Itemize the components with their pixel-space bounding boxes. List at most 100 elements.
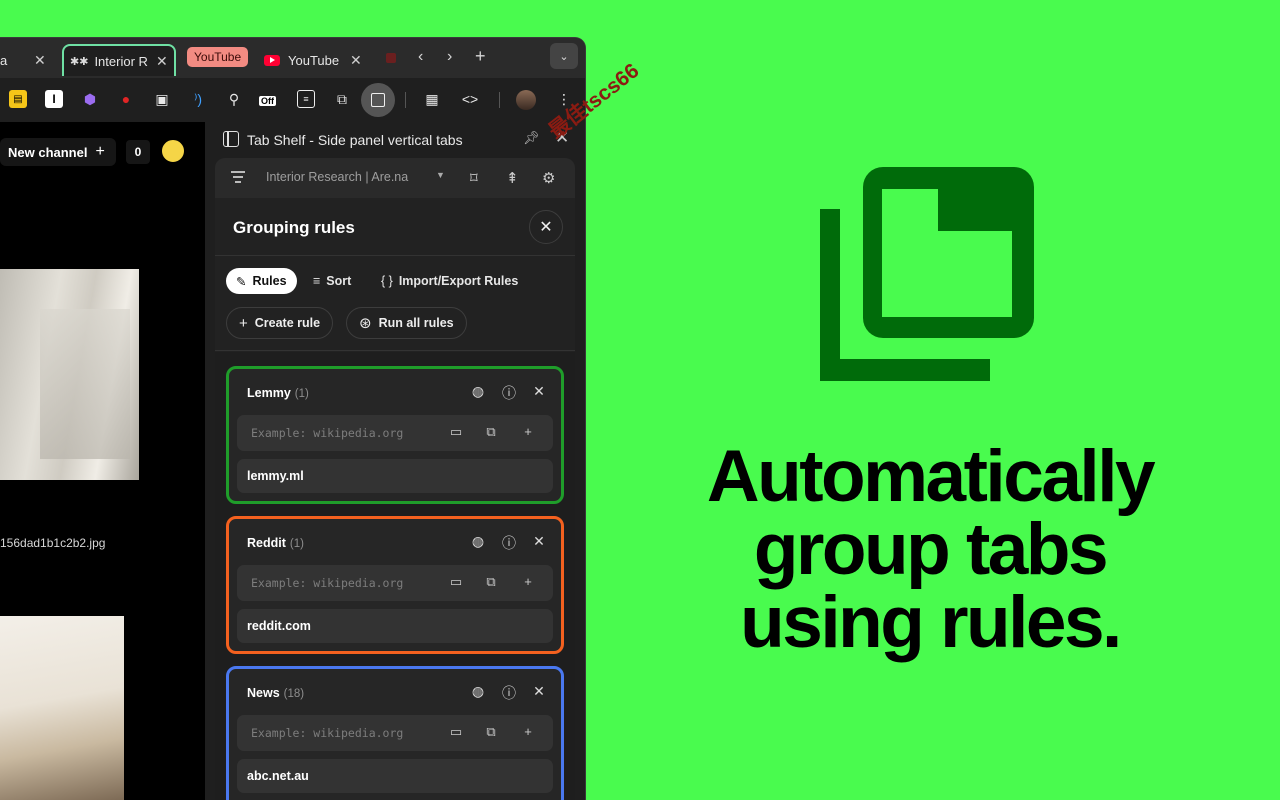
interior-image-2[interactable]	[0, 616, 124, 800]
extension-icon-2[interactable]: I	[45, 90, 63, 108]
info-icon[interactable]: ⓘ	[500, 683, 518, 703]
extension-off-icon[interactable]: Off	[259, 90, 281, 108]
extension-mic-icon[interactable]: ●	[117, 90, 135, 108]
tab-shelf-icon[interactable]: ≡	[297, 90, 315, 108]
delete-rule-icon[interactable]: ✕	[530, 683, 548, 700]
create-rule-label: Create rule	[254, 316, 321, 330]
pencil-icon: ✎	[236, 274, 247, 289]
folder-icon[interactable]: ▭	[448, 574, 464, 590]
hero-headline: Automatically group tabs using rules.	[660, 440, 1200, 659]
copy-icon[interactable]: ⧉	[483, 724, 499, 740]
folder-icon[interactable]: ▭	[448, 724, 464, 740]
tab-label: a	[0, 52, 8, 68]
tab-label: Import/Export Rules	[398, 274, 519, 288]
caret-down-icon[interactable]: ▼	[436, 170, 445, 180]
copy-icon[interactable]: ⧉	[483, 424, 499, 440]
code-icon[interactable]: <>	[461, 90, 479, 108]
pin-icon[interactable]: 📌︎	[523, 130, 540, 146]
folder-icon[interactable]: ▭	[448, 424, 464, 440]
hero-line-1: Automatically	[706, 436, 1156, 517]
info-icon[interactable]: ⓘ	[500, 533, 518, 553]
toolbar-divider	[499, 92, 500, 108]
tab-group-chip[interactable]: YouTube	[187, 47, 249, 67]
info-icon[interactable]: ⓘ	[500, 383, 518, 403]
rule-pattern[interactable]: abc.net.au	[237, 759, 553, 793]
interior-image-1[interactable]	[0, 269, 139, 480]
user-avatar[interactable]	[160, 138, 186, 164]
delete-rule-icon[interactable]: ✕	[530, 383, 548, 400]
extensions-puzzle-icon[interactable]: ⧉	[333, 90, 351, 108]
side-panel-icon	[371, 93, 385, 107]
signpost-icon[interactable]: ⇞	[506, 169, 519, 187]
palette-icon[interactable]: ◍	[469, 383, 487, 400]
rule-name: News (18)	[247, 686, 304, 700]
add-pattern-icon[interactable]: +	[520, 424, 536, 439]
add-pattern-icon[interactable]: +	[520, 574, 536, 589]
rule-card-news: News (18) ◍ ⓘ ✕ Example: wikipedia.org ▭ …	[226, 666, 564, 800]
plus-icon: +	[239, 314, 248, 332]
lightbulb-icon[interactable]: ⚲	[225, 90, 243, 108]
tab-close-icon[interactable]: ✕	[34, 52, 46, 69]
new-channel-button[interactable]: New channel +	[0, 138, 116, 166]
input-placeholder: Example: wikipedia.org	[251, 426, 404, 440]
tab-search-button[interactable]: ⌄	[550, 43, 578, 69]
workspace-name[interactable]: Interior Research | Are.na	[266, 170, 408, 184]
run-all-label: Run all rules	[378, 316, 454, 330]
new-tab-icon[interactable]: +	[475, 46, 486, 67]
rule-name: Lemmy (1)	[247, 386, 309, 400]
tab-bar: a ✕ ✱✱ Interior R ✕ YouTube YouTube ✕ ‹ …	[0, 38, 585, 78]
extension-wave-icon[interactable]: ⁾)	[189, 90, 207, 108]
tab-interior-research[interactable]: ✱✱ Interior R ✕	[62, 44, 176, 76]
rule-name: Reddit (1)	[247, 536, 304, 550]
run-all-rules-button[interactable]: ⊛ Run all rules	[346, 307, 467, 339]
rule-pattern-input[interactable]: Example: wikipedia.org ▭ ⧉ +	[237, 415, 553, 451]
tabs-back-icon[interactable]: ‹	[418, 48, 423, 66]
rule-pattern[interactable]: reddit.com	[237, 609, 553, 643]
image-filename[interactable]: 156dad1b1c2b2.jpg	[0, 536, 105, 550]
rule-pattern-input[interactable]: Example: wikipedia.org ▭ ⧉ +	[237, 565, 553, 601]
extension-icon-1[interactable]: ▤	[9, 90, 27, 108]
copy-icon[interactable]: ⧉	[483, 574, 499, 590]
tabs-forward-icon[interactable]: ›	[447, 48, 452, 66]
side-panel: Tab Shelf - Side panel vertical tabs 📌︎ …	[205, 122, 585, 800]
tab-label: YouTube	[288, 52, 340, 68]
add-pattern-icon[interactable]: +	[520, 724, 536, 739]
tab-cropped[interactable]: a ✕	[0, 44, 58, 76]
dialog-close-button[interactable]: ✕	[529, 210, 563, 244]
rule-count: (1)	[294, 388, 309, 400]
delete-rule-icon[interactable]: ✕	[530, 533, 548, 550]
tab-rules[interactable]: ✎ Rules	[226, 268, 297, 294]
tab-sort[interactable]: ≡ Sort	[313, 268, 351, 294]
rule-card-reddit: Reddit (1) ◍ ⓘ ✕ Example: wikipedia.org ▭…	[226, 516, 564, 654]
rule-name-label: News	[247, 686, 280, 700]
palette-icon[interactable]: ◍	[469, 683, 487, 700]
side-panel-title: Tab Shelf - Side panel vertical tabs	[247, 132, 463, 148]
run-icon: ⊛	[359, 315, 372, 332]
tab-youtube[interactable]: YouTube ✕	[264, 44, 374, 76]
hero-line-3: using rules.	[740, 582, 1122, 663]
tab-label: Sort	[326, 274, 352, 288]
extension-panel: Interior Research | Are.na ▼ ⌑ ⇞ ⚙ Group…	[215, 158, 575, 800]
tab-close-icon[interactable]: ✕	[156, 53, 168, 70]
rule-pattern[interactable]: lemmy.ml	[237, 459, 553, 493]
side-panel-button[interactable]	[361, 83, 395, 117]
rule-pattern-input[interactable]: Example: wikipedia.org ▭ ⧉ +	[237, 715, 553, 751]
create-rule-button[interactable]: + Create rule	[226, 307, 334, 339]
tab-import-export[interactable]: { } Import/Export Rules	[381, 268, 518, 294]
layout-icon[interactable]: ▦	[423, 90, 441, 108]
new-channel-label: New channel	[8, 144, 88, 160]
sort-icon: ≡	[313, 274, 321, 288]
profile-avatar[interactable]	[516, 90, 536, 110]
notification-count[interactable]: 0	[126, 140, 150, 164]
palette-icon[interactable]: ◍	[469, 533, 487, 550]
picture-in-picture-icon[interactable]: ▣	[153, 90, 171, 108]
bookmark-icon[interactable]: ⌑	[470, 169, 478, 187]
tab-close-icon[interactable]: ✕	[350, 52, 362, 69]
input-placeholder: Example: wikipedia.org	[251, 576, 404, 590]
rule-name-label: Reddit	[247, 536, 286, 550]
filter-icon[interactable]	[231, 171, 245, 183]
rule-name-label: Lemmy	[247, 386, 291, 400]
extension-cube-icon[interactable]: ⬢	[81, 90, 99, 108]
tab-shelf-logo-icon	[820, 167, 1034, 381]
gear-icon[interactable]: ⚙	[542, 169, 555, 187]
